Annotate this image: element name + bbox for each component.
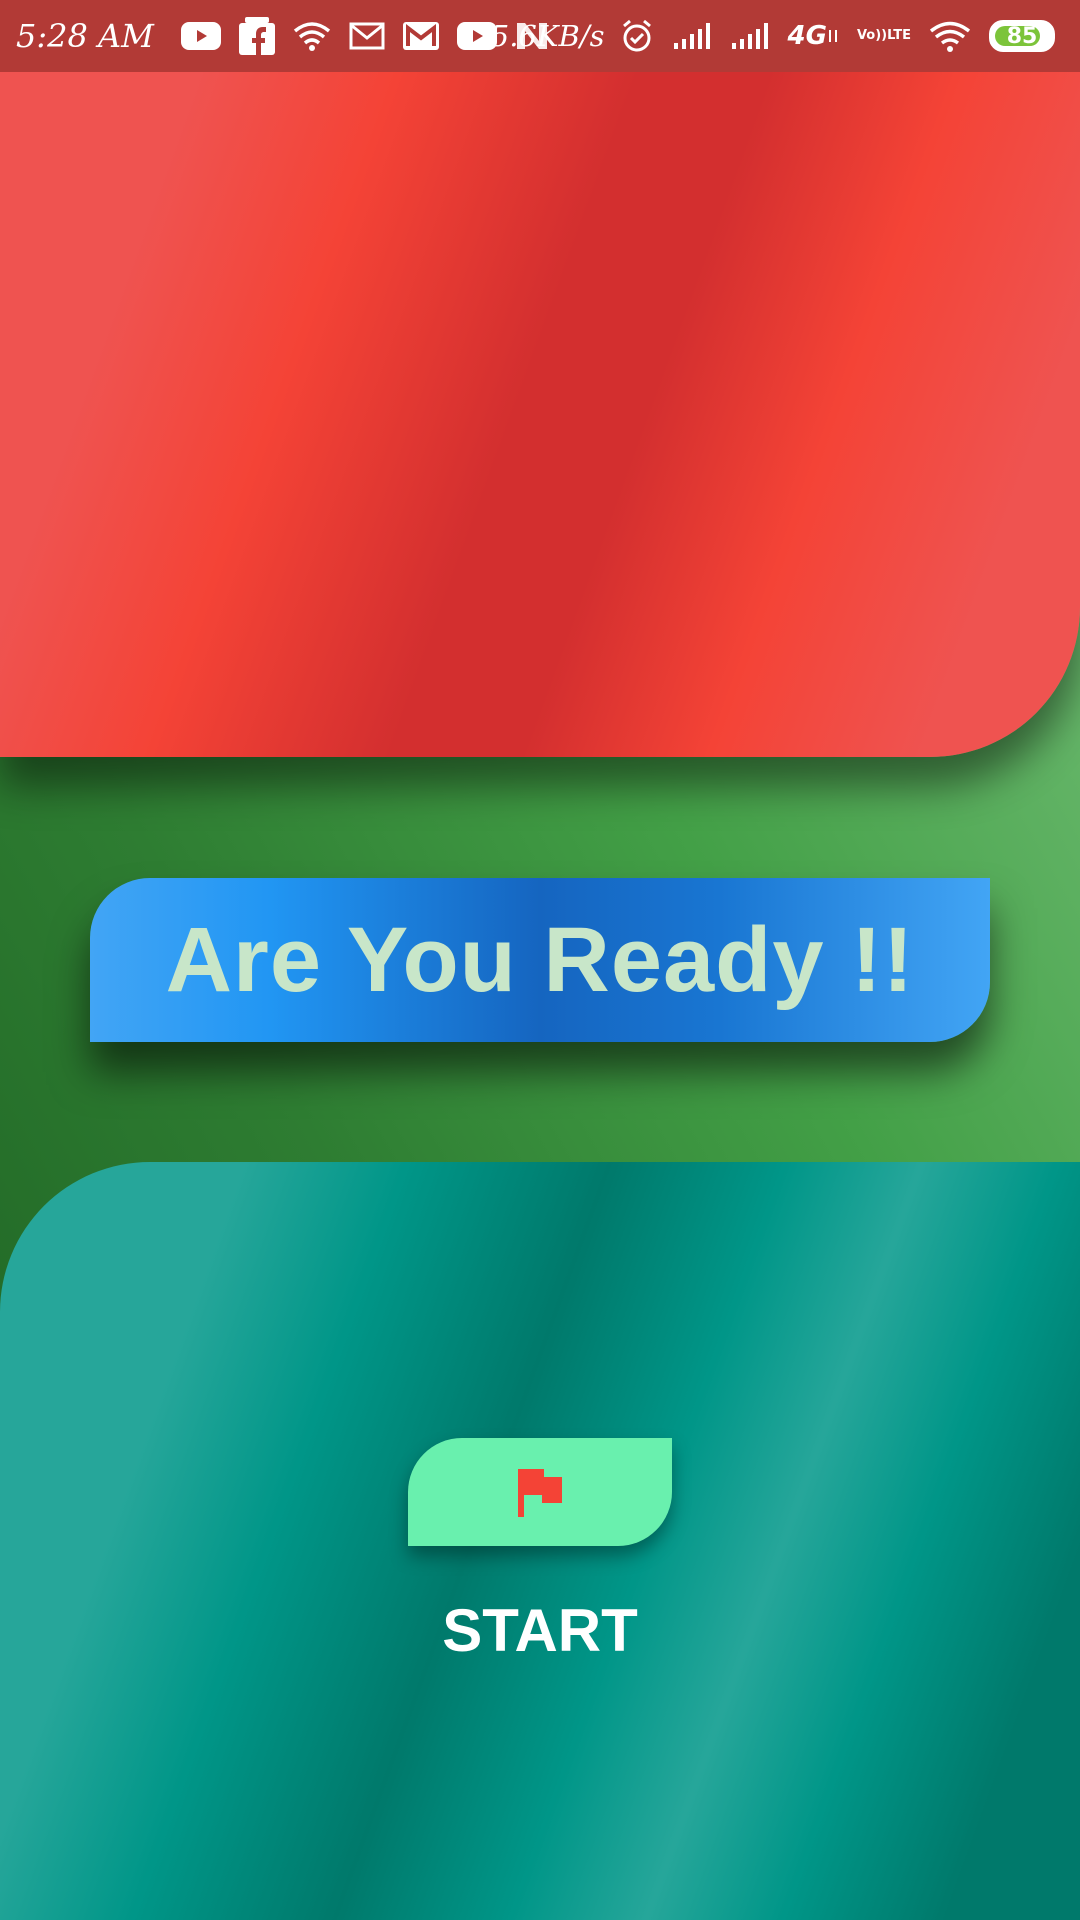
screen: 5:28 AM 5.6KB/s 4G Vo)) LTE 85 Are You R… [0,0,1080,1920]
network-speed: 5.6KB/s [490,19,605,53]
mail-icon [349,22,385,50]
volte-bottom: LTE [887,28,911,43]
wifi-icon [293,21,331,51]
network-type: 4G [788,21,839,51]
signal-icon [730,21,770,51]
ready-banner: Are You Ready !! [90,878,990,1042]
flag-icon [518,1469,562,1517]
youtube-icon [180,22,221,50]
status-bar: 5:28 AM 5.6KB/s 4G Vo)) LTE 85 [0,0,1080,72]
status-time: 5:28 AM [16,17,154,55]
status-left: 5:28 AM [16,0,558,72]
volte-top: Vo)) [856,28,888,43]
banner-title: Are You Ready !! [165,908,915,1011]
bottom-panel: START [0,1162,1080,1920]
signal-icon [672,21,712,51]
facebook-icon [238,17,275,55]
volte-indicator: Vo)) LTE [857,29,911,43]
network-type-label: 4G [787,21,827,51]
battery-icon: 85 [989,20,1055,52]
gmail-icon [402,22,439,50]
battery-indicator: 85 [989,20,1055,52]
start-label[interactable]: START [0,1596,1080,1665]
wifi-icon [929,20,971,52]
top-panel [0,72,1080,757]
start-button[interactable] [408,1438,672,1546]
data-arrows-icon [828,30,837,42]
alarm-icon [620,19,654,53]
status-right: 5.6KB/s 4G Vo)) LTE 85 [491,0,1064,72]
battery-level: 85 [1006,23,1038,49]
